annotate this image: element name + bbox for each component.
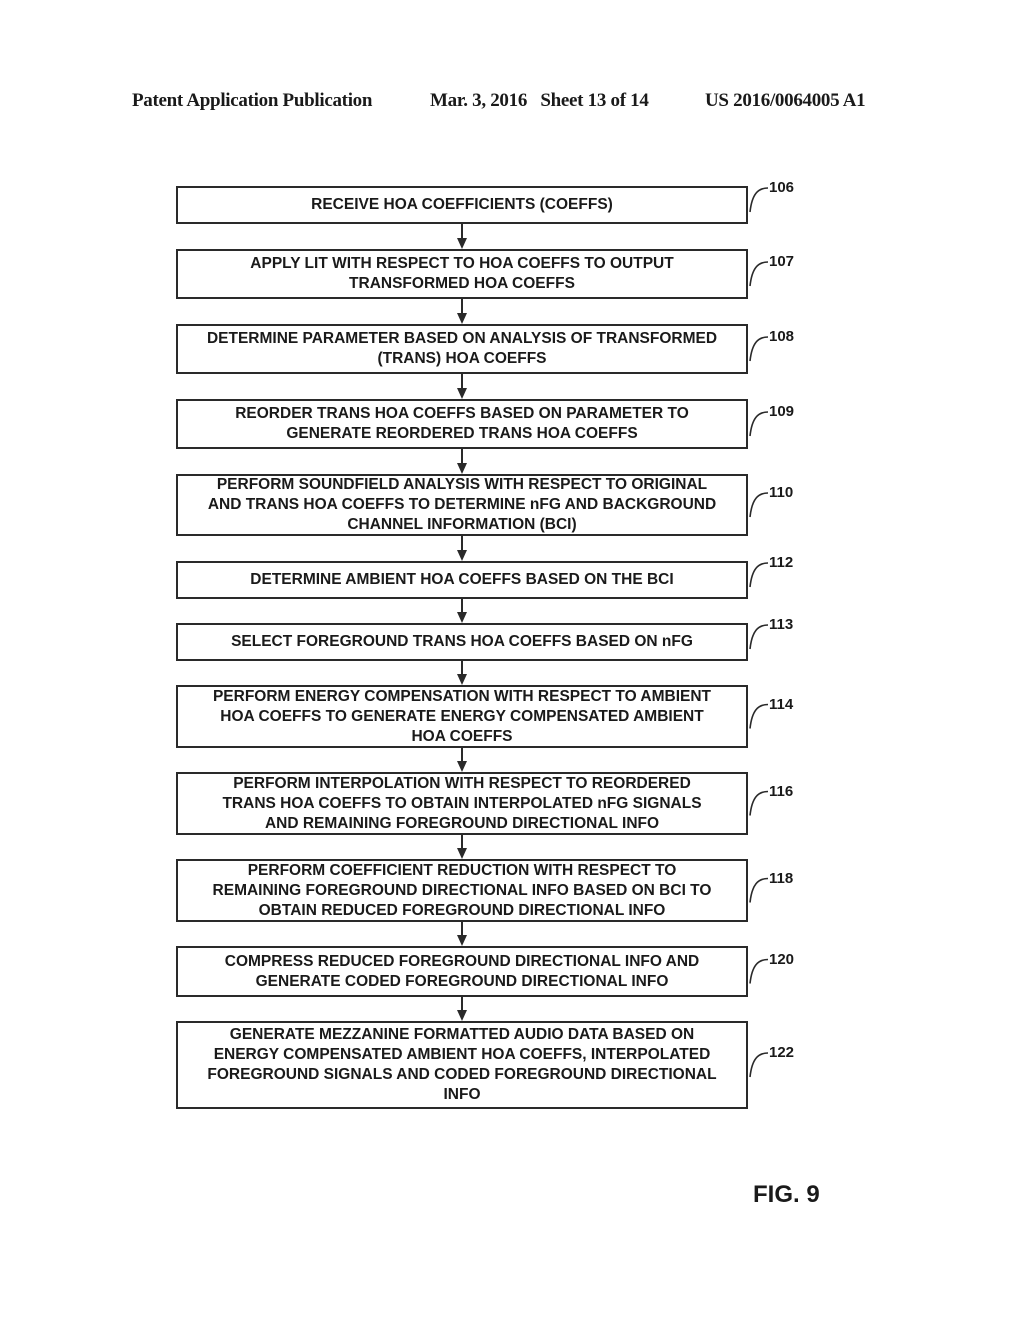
arrowhead-icon [457, 1010, 467, 1021]
step-box-113: SELECT FOREGROUND TRANS HOA COEFFS BASED… [176, 623, 748, 661]
arrowhead-icon [457, 674, 467, 685]
step-box-110: PERFORM SOUNDFIELD ANALYSIS WITH RESPECT… [176, 474, 748, 536]
arrowhead-icon [457, 935, 467, 946]
step-box-107: APPLY LIT WITH RESPECT TO HOA COEFFS TO … [176, 249, 748, 299]
reference-numeral: 110 [769, 484, 794, 501]
arrowhead-icon [457, 463, 467, 474]
reference-leader-line [749, 562, 769, 588]
reference-leader-line [749, 958, 769, 984]
arrowhead-icon [457, 761, 467, 772]
arrowhead-icon [457, 848, 467, 859]
arrowhead-icon [457, 550, 467, 561]
reference-leader-line [749, 261, 769, 287]
reference-numeral: 112 [769, 554, 794, 571]
step-box-106: RECEIVE HOA COEFFICIENTS (COEFFS) [176, 186, 748, 224]
reference-numeral: 107 [769, 253, 795, 270]
step-box-116: PERFORM INTERPOLATION WITH RESPECT TO RE… [176, 772, 748, 835]
publication-label: Patent Application Publication [132, 90, 373, 111]
step-box-118: PERFORM COEFFICIENT REDUCTION WITH RESPE… [176, 859, 748, 922]
step-box-122: GENERATE MEZZANINE FORMATTED AUDIO DATA … [176, 1021, 748, 1109]
reference-numeral: 109 [769, 403, 795, 420]
step-text: GENERATE MEZZANINE FORMATTED AUDIO DATA … [207, 1026, 717, 1103]
step-box-114: PERFORM ENERGY COMPENSATION WITH RESPECT… [176, 685, 748, 748]
reference-leader-line [749, 187, 769, 213]
reference-leader-line [749, 703, 769, 729]
reference-leader-line [749, 411, 769, 437]
step-text: PERFORM COEFFICIENT REDUCTION WITH RESPE… [212, 861, 712, 919]
step-text: RECEIVE HOA COEFFICIENTS (COEFFS) [311, 196, 613, 213]
arrowhead-icon [457, 388, 467, 399]
reference-numeral: 122 [769, 1044, 795, 1061]
reference-numeral: 116 [769, 782, 794, 800]
figure-label: FIG. 9 [753, 1181, 820, 1208]
reference-numeral: 106 [769, 179, 795, 196]
reference-numeral: 120 [769, 950, 795, 968]
step-box-109: REORDER TRANS HOA COEFFS BASED ON PARAME… [176, 399, 748, 449]
step-text: REORDER TRANS HOA COEFFS BASED ON PARAME… [235, 405, 689, 442]
patent-number: US 2016/0064005 A1 [705, 90, 866, 111]
patent-header: Patent Application Publication Mar. 3, 2… [0, 90, 1024, 114]
reference-leader-line [749, 790, 769, 816]
step-box-108: DETERMINE PARAMETER BASED ON ANALYSIS OF… [176, 324, 748, 374]
step-text: DETERMINE AMBIENT HOA COEFFS BASED ON TH… [250, 571, 674, 588]
step-box-120: COMPRESS REDUCED FOREGROUND DIRECTIONAL … [176, 946, 748, 997]
step-text: COMPRESS REDUCED FOREGROUND DIRECTIONAL … [224, 952, 700, 990]
step-text: SELECT FOREGROUND TRANS HOA COEFFS BASED… [231, 633, 693, 650]
reference-leader-line [749, 624, 769, 650]
reference-leader-line [749, 1052, 769, 1078]
reference-leader-line [749, 877, 769, 903]
step-text: APPLY LIT WITH RESPECT TO HOA COEFFS TO … [250, 255, 674, 292]
reference-numeral: 114 [769, 695, 794, 713]
reference-numeral: 108 [769, 328, 795, 345]
arrowhead-icon [457, 238, 467, 249]
step-text: PERFORM SOUNDFIELD ANALYSIS WITH RESPECT… [207, 476, 717, 533]
step-box-112: DETERMINE AMBIENT HOA COEFFS BASED ON TH… [176, 561, 748, 599]
reference-leader-line [749, 492, 769, 518]
reference-numeral: 113 [769, 616, 794, 633]
arrowhead-icon [457, 313, 467, 324]
reference-numeral: 118 [769, 869, 794, 887]
date-sheet: Mar. 3, 2016 Sheet 13 of 14 [430, 90, 649, 111]
reference-leader-line [749, 336, 769, 362]
step-text: PERFORM INTERPOLATION WITH RESPECT TO RE… [222, 774, 702, 832]
arrowhead-icon [457, 612, 467, 623]
step-text: PERFORM ENERGY COMPENSATION WITH RESPECT… [212, 687, 712, 745]
step-text: DETERMINE PARAMETER BASED ON ANALYSIS OF… [206, 330, 718, 367]
